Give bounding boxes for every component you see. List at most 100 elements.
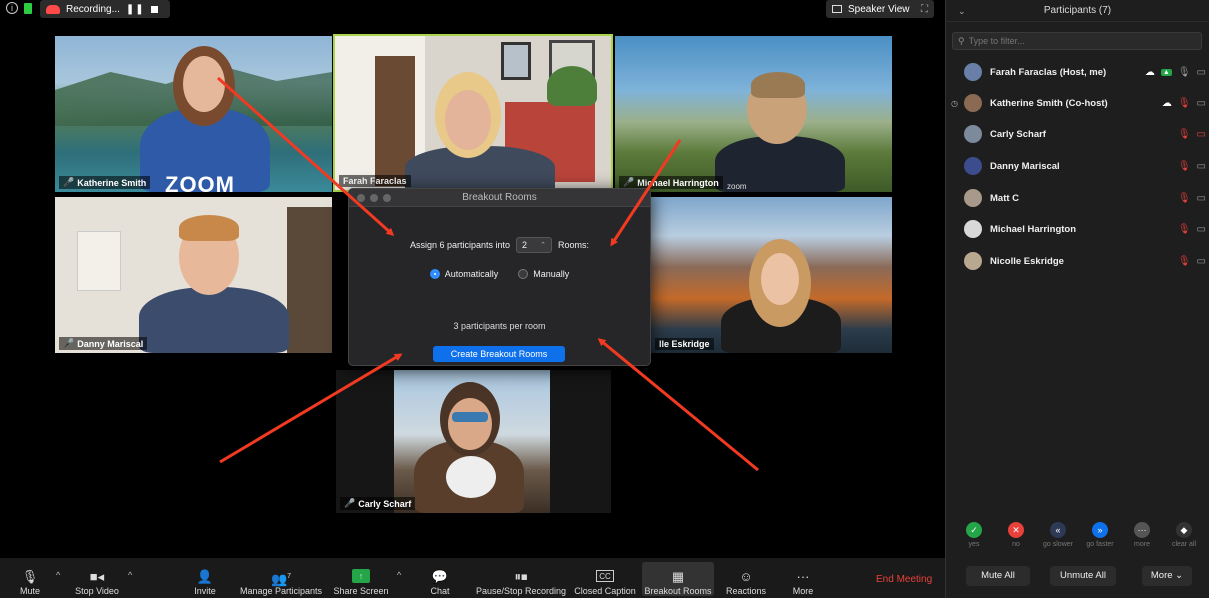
toolbar-label: Mute (19, 586, 40, 596)
chat-button[interactable]: 💬 Chat (424, 562, 456, 596)
minimize-window-icon[interactable] (370, 194, 378, 202)
participant-row[interactable]: Danny Mariscal 🎙 ▭ (946, 155, 1209, 177)
radio-selected-icon[interactable] (429, 269, 440, 279)
ellipsis-icon: ··· (1134, 522, 1150, 538)
participant-status-icons: ☁ 🎙 ▭ (1162, 98, 1206, 109)
filter-input[interactable] (968, 36, 1189, 46)
participant-name: Farah Faraclas (343, 176, 407, 186)
reaction-go-slower[interactable]: « go slower (1038, 522, 1078, 548)
close-window-icon[interactable] (357, 194, 365, 202)
participant-row[interactable]: Michael Harrington 🎙 ▭ (946, 218, 1209, 240)
collapse-chevron-icon[interactable]: ⌄ (958, 0, 966, 22)
video-camera-icon[interactable]: ▭ (1197, 256, 1206, 267)
checkmark-icon: ✓ (966, 522, 982, 538)
participant-row[interactable]: Carly Scharf 🎙 ▭ (946, 123, 1209, 145)
microphone-muted-icon[interactable]: 🎙 (1178, 161, 1191, 172)
mute-all-button[interactable]: Mute All (966, 566, 1030, 586)
info-icon[interactable]: i (6, 2, 18, 14)
video-tile[interactable]: zoom 🎤 Michael Harrington (615, 36, 892, 192)
chat-icon: 💬 (431, 569, 449, 584)
stop-recording-icon[interactable] (150, 5, 158, 13)
toolbar-label: Invite (194, 586, 216, 596)
mute-button[interactable]: 🎙 Mute (14, 562, 46, 596)
share-options-chevron-icon[interactable]: ^ (397, 570, 401, 580)
video-off-icon[interactable]: ▭ (1197, 129, 1206, 140)
video-tile[interactable]: lle Eskridge (651, 197, 892, 353)
video-tile[interactable]: 🎤 Carly Scharf (336, 370, 611, 513)
microphone-muted-icon[interactable]: 🎙 (1178, 193, 1191, 204)
participant-name: Katherine Smith (Co-host) (990, 97, 1108, 109)
video-camera-icon[interactable]: ▭ (1197, 67, 1206, 78)
video-tile[interactable]: 🎤 Danny Mariscal (55, 197, 332, 353)
tile-name-tag: Farah Faraclas (339, 175, 411, 187)
microphone-muted-icon[interactable]: 🎙 (1178, 224, 1191, 235)
room-count-stepper[interactable]: 2 ⌃ (516, 237, 553, 253)
radio-unselected-icon[interactable] (518, 269, 529, 279)
pause-stop-recording-button[interactable]: ⏸⏹ Pause/Stop Recording (474, 562, 568, 596)
share-active-icon: ▲ (1160, 68, 1172, 76)
microphone-muted-icon[interactable]: 🎙 (1178, 129, 1191, 140)
nonverbal-feedback-bar: ✓ yes ✕ no « go slower » go faster ··· more ◆… (954, 522, 1204, 548)
reaction-yes[interactable]: ✓ yes (954, 522, 994, 548)
video-camera-icon[interactable]: ▭ (1197, 224, 1206, 235)
reaction-label: yes (968, 541, 980, 548)
audio-options-chevron-icon[interactable]: ^ (56, 570, 60, 580)
reaction-no[interactable]: ✕ no (996, 522, 1036, 548)
manage-participants-button[interactable]: 👥7 Manage Participants (238, 562, 324, 596)
participant-row[interactable]: Farah Faraclas (Host, me) ☁ ▲ 🎙 ▭ (946, 61, 1209, 83)
participants-per-room: 3 participants per room (453, 321, 546, 331)
panel-header: ⌄ Participants (7) (946, 0, 1209, 22)
more-button[interactable]: ··· More (788, 562, 818, 596)
stop-video-button[interactable]: ■◂ Stop Video (70, 562, 124, 596)
participant-name: Nicolle Eskridge (990, 255, 1064, 267)
avatar (964, 220, 982, 238)
manually-radio[interactable]: Manually (518, 269, 569, 279)
microphone-icon[interactable]: 🎙 (1178, 67, 1191, 78)
automatically-radio[interactable]: Automatically (429, 269, 498, 279)
toolbar-label: Manage Participants (239, 586, 323, 596)
microphone-muted-icon[interactable]: 🎙 (1178, 256, 1191, 267)
x-icon: ✕ (1008, 522, 1024, 538)
participant-filter[interactable]: ⚲ (952, 32, 1202, 50)
video-options-chevron-icon[interactable]: ^ (128, 570, 132, 580)
security-icon[interactable] (24, 3, 32, 14)
end-meeting-button[interactable]: End Meeting (876, 574, 932, 585)
microphone-muted-icon[interactable]: 🎙 (1178, 98, 1191, 109)
participant-name: Danny Mariscal (77, 338, 144, 349)
reaction-more[interactable]: ··· more (1122, 522, 1162, 548)
reaction-label: go slower (1043, 541, 1073, 548)
breakout-rooms-button[interactable]: ▦ Breakout Rooms (642, 562, 714, 596)
reactions-button[interactable]: ☺ Reactions (724, 562, 768, 596)
top-bar: i Recording... ❚❚ Speaker View ⛶ (0, 0, 945, 20)
create-breakout-rooms-button[interactable]: Create Breakout Rooms (433, 346, 565, 362)
toolbar-label: Stop Video (75, 586, 119, 596)
toolbar-label: Pause/Stop Recording (475, 586, 567, 596)
panel-more-button[interactable]: More ⌄ (1142, 566, 1192, 586)
video-tile-active-speaker[interactable]: Farah Faraclas (333, 34, 613, 192)
closed-caption-button[interactable]: CC Closed Caption (572, 562, 638, 596)
stepper-arrows-icon[interactable]: ⌃ (540, 241, 546, 249)
speaker-view-label: Speaker View (848, 3, 910, 15)
speaker-view-button[interactable]: Speaker View ⛶ (826, 0, 934, 18)
reaction-clear-all[interactable]: ◆ clear all (1164, 522, 1204, 548)
zoom-window-icon[interactable] (383, 194, 391, 202)
fast-forward-icon: » (1092, 522, 1108, 538)
participant-row[interactable]: ◷ Katherine Smith (Co-host) ☁ 🎙 ▭ (946, 92, 1209, 114)
invite-button[interactable]: 👤 Invite (188, 562, 222, 596)
avatar (964, 125, 982, 143)
fullscreen-icon[interactable]: ⛶ (921, 4, 928, 15)
share-screen-button[interactable]: ↑ Share Screen (332, 562, 390, 596)
reaction-go-faster[interactable]: » go faster (1080, 522, 1120, 548)
unmute-all-button[interactable]: Unmute All (1050, 566, 1116, 586)
participant-name: Katherine Smith (77, 177, 147, 188)
video-camera-icon[interactable]: ▭ (1197, 193, 1206, 204)
video-camera-icon[interactable]: ▭ (1197, 161, 1206, 172)
participant-row[interactable]: Matt C 🎙 ▭ (946, 187, 1209, 209)
participant-name: Michael Harrington (637, 177, 719, 188)
participant-row[interactable]: Nicolle Eskridge 🎙 ▭ (946, 250, 1209, 272)
toolbar-label: Chat (430, 586, 450, 596)
video-tile[interactable]: ZOOM 🎤 Katherine Smith (55, 36, 332, 192)
video-camera-icon[interactable]: ▭ (1197, 98, 1206, 109)
pause-recording-icon[interactable]: ❚❚ (126, 4, 145, 15)
dialog-title-bar: Breakout Rooms (349, 189, 650, 207)
